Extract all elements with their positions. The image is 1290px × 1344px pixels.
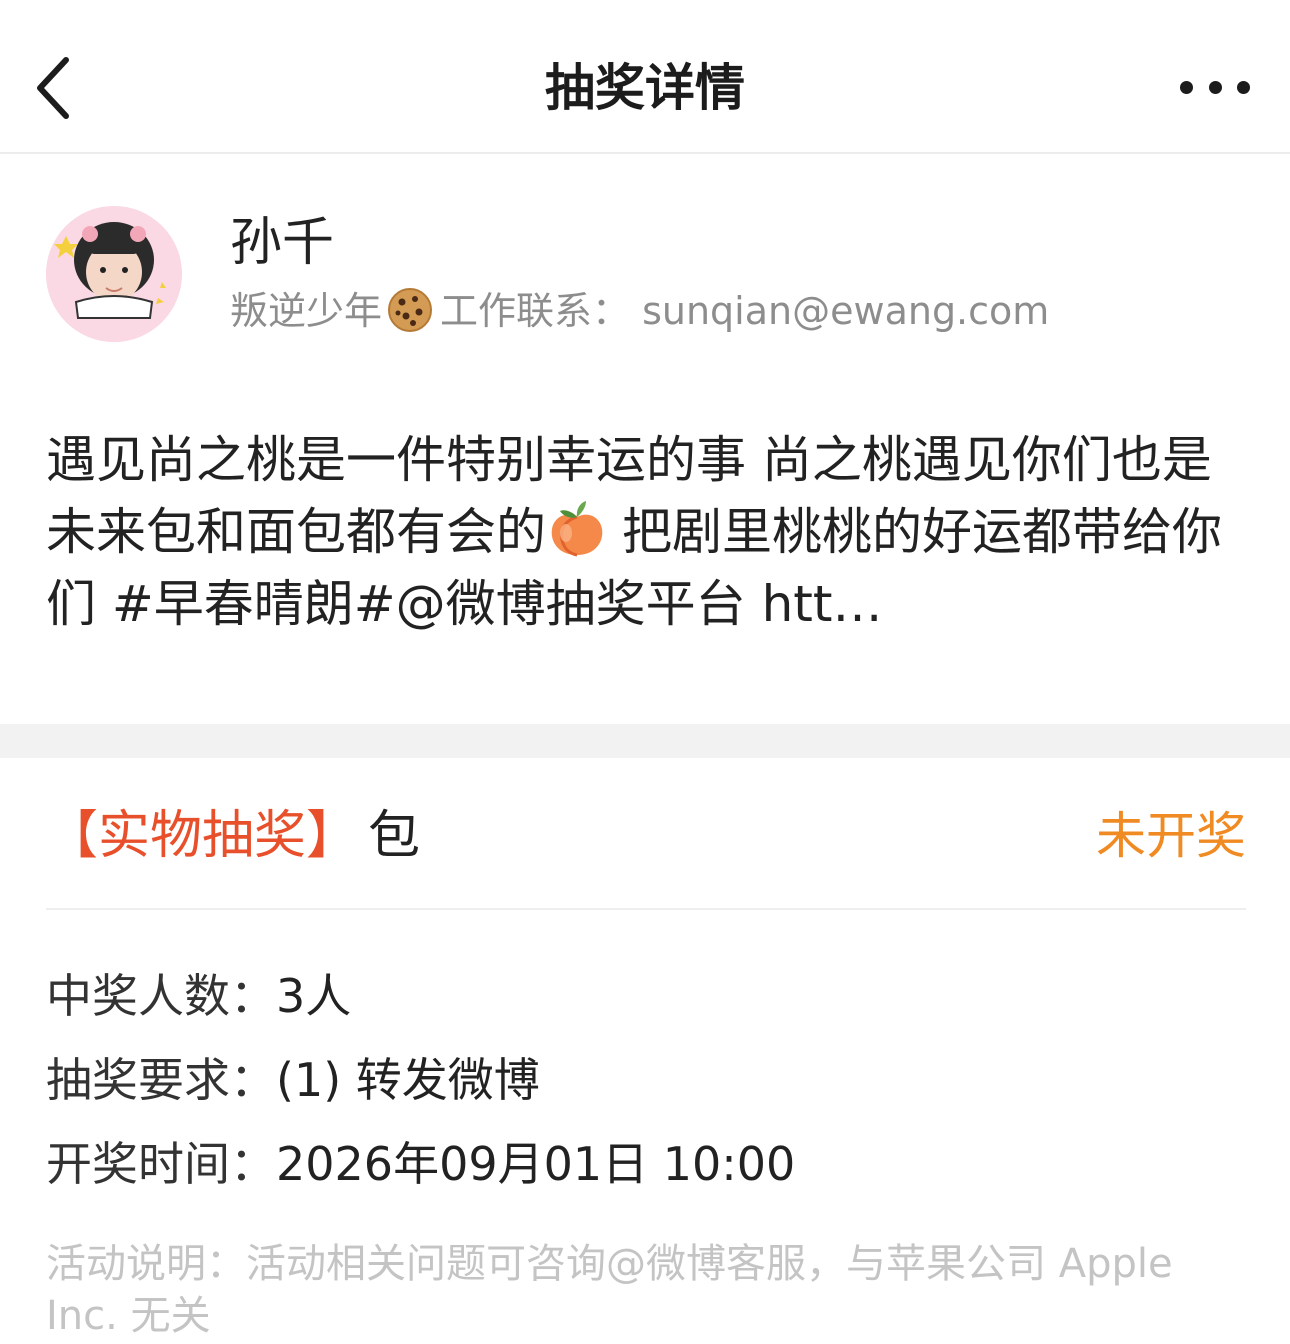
prize-name: 包 bbox=[368, 806, 421, 866]
draw-time-value: 2026年09月01日 10:00 bbox=[276, 1137, 796, 1191]
post-text[interactable]: 遇见尚之桃是一件特别幸运的事 尚之桃遇见你们也是 未来包和面包都有会的 把剧里桃… bbox=[46, 424, 1246, 640]
draw-time-label: 开奖时间： bbox=[46, 1137, 276, 1191]
more-dots-icon bbox=[1208, 80, 1222, 94]
user-name[interactable]: 孙千 bbox=[230, 212, 334, 274]
post-link[interactable]: htt… bbox=[762, 575, 883, 633]
divider bbox=[46, 908, 1246, 910]
prize-status-badge: 未开奖 bbox=[1096, 807, 1246, 865]
peach-icon bbox=[551, 501, 603, 557]
more-button[interactable] bbox=[1180, 76, 1250, 98]
nav-bar: 抽奖详情 bbox=[0, 0, 1290, 154]
avatar[interactable] bbox=[46, 206, 182, 342]
more-dots-icon bbox=[1237, 80, 1250, 94]
section-divider bbox=[0, 724, 1290, 758]
cookie-icon bbox=[388, 288, 433, 332]
winners-count-value: 3人 bbox=[276, 969, 352, 1023]
more-dots-icon bbox=[1180, 80, 1193, 94]
bio-prefix: 叛逆少年 bbox=[230, 289, 383, 333]
activity-note: 活动说明：活动相关问题可咨询@微博客服，与苹果公司 Apple Inc. 无关 bbox=[46, 1241, 1173, 1339]
user-bio: 叛逆少年 工作联系： sunqian@ewang.com bbox=[230, 286, 1049, 336]
page-title: 抽奖详情 bbox=[545, 59, 745, 117]
draw-time-row: 开奖时间：2026年09月01日 10:00 bbox=[46, 1134, 795, 1194]
winners-count-row: 中奖人数：3人 bbox=[46, 966, 351, 1026]
prize-type-tag: 【实物抽奖】 bbox=[46, 806, 359, 866]
bio-suffix: 工作联系： sunqian@ewang.com bbox=[440, 289, 1050, 333]
requirement-label: 抽奖要求： bbox=[46, 1053, 276, 1107]
prize-row: 【实物抽奖】包 未开奖 bbox=[46, 800, 1246, 872]
requirement-value: (1) 转发微博 bbox=[276, 1053, 540, 1107]
requirement-row: 抽奖要求：(1) 转发微博 bbox=[46, 1050, 540, 1110]
avatar-photo bbox=[46, 206, 182, 342]
winners-count-label: 中奖人数： bbox=[46, 969, 276, 1023]
